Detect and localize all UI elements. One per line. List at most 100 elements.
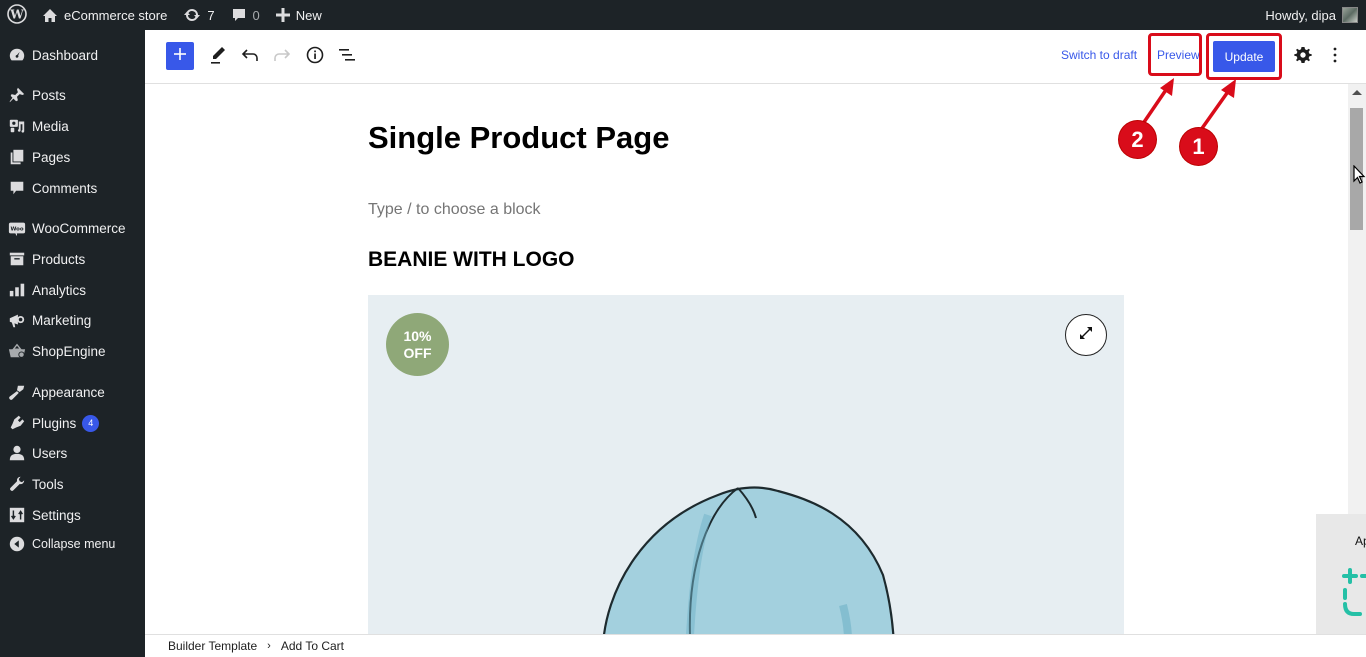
sidebar-item-users[interactable]: Users	[0, 438, 145, 468]
undo-icon	[241, 48, 259, 67]
annotation-step-1: 1	[1180, 128, 1217, 165]
tools-button[interactable]	[203, 42, 233, 72]
post-title[interactable]: Single Product Page	[368, 120, 669, 156]
image-zoom-button[interactable]	[1065, 314, 1107, 356]
options-menu-button[interactable]	[1320, 42, 1350, 72]
dashboard-icon	[0, 46, 32, 64]
annotation-step-2: 2	[1119, 121, 1156, 158]
expand-icon	[1079, 326, 1093, 345]
sidebar-item-media[interactable]: Media	[0, 111, 145, 141]
sidebar-label: Comments	[32, 180, 98, 196]
sidebar-item-products[interactable]: Products	[0, 244, 145, 274]
home-icon	[42, 8, 58, 23]
sidebar-item-settings[interactable]: Settings	[0, 500, 145, 530]
bar-chart-icon	[0, 281, 32, 299]
sidebar-label: Settings	[32, 507, 81, 523]
redo-button[interactable]	[267, 42, 297, 72]
sidebar-label: Tools	[32, 476, 64, 492]
add-block-dashed-icon	[1342, 568, 1366, 616]
sidebar-item-marketing[interactable]: Marketing	[0, 305, 145, 335]
collapse-menu-button[interactable]: Collapse menu	[0, 529, 145, 559]
sidebar-item-appearance[interactable]: Appearance	[0, 377, 145, 407]
sidebar-item-tools[interactable]: Tools	[0, 469, 145, 499]
updates-icon	[183, 7, 201, 23]
redo-icon	[273, 48, 291, 67]
sidebar-item-pages[interactable]: Pages	[0, 142, 145, 172]
sidebar-label: Products	[32, 251, 86, 267]
floating-widget[interactable]: Ap	[1316, 514, 1366, 644]
sidebar-label: Users	[32, 445, 68, 461]
sidebar-label: Collapse menu	[32, 537, 116, 551]
sidebar-label: Pages	[32, 149, 71, 165]
list-view-button[interactable]	[332, 42, 362, 72]
undo-button[interactable]	[235, 42, 265, 72]
wordpress-logo-button[interactable]: W	[0, 0, 34, 30]
sidebar-label: Analytics	[32, 282, 87, 298]
paintbrush-icon	[0, 383, 32, 401]
plus-icon	[275, 8, 290, 22]
block-inserter-button[interactable]	[166, 42, 194, 70]
breadcrumb-item-builder-template[interactable]: Builder Template	[145, 639, 257, 653]
block-breadcrumb: Builder Template › Add To Cart	[145, 634, 1366, 657]
comments-link[interactable]: 0	[223, 0, 268, 30]
plus-icon	[173, 47, 187, 66]
switch-to-draft-button[interactable]: Switch to draft	[1061, 48, 1137, 62]
basket-icon	[0, 342, 32, 360]
sale-badge-off: OFF	[403, 344, 432, 361]
settings-button[interactable]	[1288, 42, 1318, 72]
sidebar-item-shopengine[interactable]: ShopEngine	[0, 336, 145, 366]
my-account-link[interactable]: Howdy, dipa	[1265, 7, 1366, 23]
sale-badge-percent: 10%	[403, 327, 432, 344]
archive-icon	[0, 250, 32, 268]
plugins-update-badge: 4	[82, 414, 100, 432]
avatar	[1342, 7, 1358, 23]
site-name: eCommerce store	[64, 7, 168, 23]
sidebar-item-comments[interactable]: Comments	[0, 173, 145, 203]
sidebar-item-analytics[interactable]: Analytics	[0, 275, 145, 305]
svg-text:Woo: Woo	[10, 226, 23, 232]
mouse-cursor-icon	[1353, 165, 1366, 184]
user-icon	[0, 444, 32, 462]
updates-link[interactable]: 7	[175, 0, 222, 30]
comment-bubble-icon	[231, 7, 247, 23]
site-name-link[interactable]: eCommerce store	[34, 0, 175, 30]
pencil-icon	[209, 45, 227, 70]
settings-icon	[0, 506, 32, 524]
chevron-right-icon: ›	[267, 640, 271, 652]
updates-count: 7	[207, 7, 215, 23]
pages-icon	[0, 148, 32, 166]
sidebar-item-dashboard[interactable]: Dashboard	[0, 40, 145, 70]
beanie-product-image	[603, 486, 895, 634]
plug-icon	[0, 414, 32, 432]
gear-icon	[1294, 46, 1312, 69]
sidebar-label: Marketing	[32, 312, 92, 328]
sidebar-item-woocommerce[interactable]: Woo WooCommerce	[0, 213, 145, 243]
sidebar-label: Dashboard	[32, 47, 99, 63]
admin-sidebar: Dashboard Posts Media Pages Comments Woo…	[0, 30, 145, 657]
sidebar-label: WooCommerce	[32, 220, 126, 236]
collapse-icon	[0, 535, 32, 553]
sidebar-label: ShopEngine	[32, 343, 106, 359]
woo-icon: Woo	[0, 219, 32, 237]
breadcrumb-item-add-to-cart[interactable]: Add To Cart	[281, 639, 344, 653]
block-appender-placeholder[interactable]: Type / to choose a block	[368, 201, 541, 219]
details-button[interactable]	[300, 42, 330, 72]
sidebar-label: Appearance	[32, 384, 105, 400]
sale-badge: 10% OFF	[386, 313, 449, 376]
preview-highlight-box	[1148, 33, 1202, 76]
admin-bar: W eCommerce store 7 0 New Howdy, dipa	[0, 0, 1366, 30]
pin-icon	[0, 86, 32, 104]
wordpress-logo-icon: W	[7, 3, 27, 27]
new-content-link[interactable]: New	[268, 0, 330, 30]
scroll-up-arrow-icon[interactable]	[1352, 90, 1362, 95]
media-icon	[0, 117, 32, 135]
wrench-icon	[0, 475, 32, 493]
more-vertical-icon	[1333, 47, 1337, 68]
sidebar-label: Plugins	[32, 415, 77, 431]
sidebar-item-posts[interactable]: Posts	[0, 80, 145, 110]
list-view-icon	[338, 48, 356, 67]
info-icon	[306, 46, 324, 69]
product-image-gallery[interactable]: 10% OFF	[368, 295, 1124, 634]
product-title[interactable]: BEANIE WITH LOGO	[368, 248, 575, 272]
sidebar-item-plugins[interactable]: Plugins 4	[0, 408, 145, 438]
